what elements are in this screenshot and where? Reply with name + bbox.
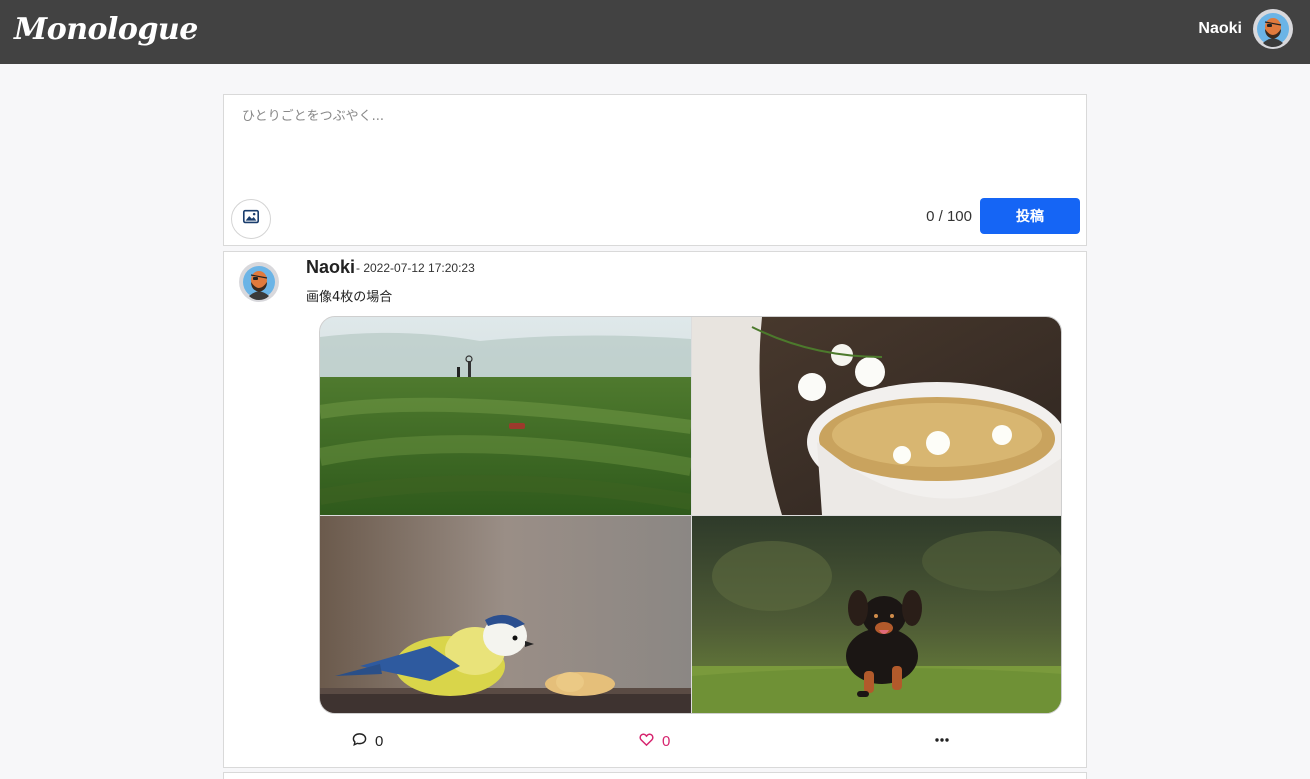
post-card: Naoki - 2022-07-12 17:20:23 画像4枚の場合 0 0 — [223, 251, 1087, 768]
image-icon — [242, 208, 260, 230]
post-image-gallery — [319, 316, 1062, 714]
post-text: 画像4枚の場合 — [306, 290, 393, 305]
attach-image-button[interactable] — [231, 199, 271, 239]
like-button[interactable]: 0 — [639, 732, 670, 751]
post-composer: 0 / 100 投稿 — [223, 94, 1087, 246]
comment-count: 0 — [375, 733, 384, 750]
char-counter: 0 / 100 — [926, 208, 972, 225]
post-input[interactable] — [232, 101, 1078, 191]
app-logo[interactable]: Monologue — [14, 8, 198, 52]
blue-tit-bird-photo[interactable] — [320, 516, 691, 713]
post-button[interactable]: 投稿 — [980, 198, 1080, 234]
like-count: 0 — [662, 733, 671, 750]
comment-button[interactable]: 0 — [352, 732, 383, 751]
more-icon — [934, 732, 950, 752]
header-user-name[interactable]: Naoki — [1198, 20, 1242, 38]
app-header: Monologue Naoki — [0, 0, 1310, 64]
user-avatar-icon[interactable] — [1253, 9, 1293, 49]
post-actions: 0 0 — [224, 732, 1086, 756]
author-avatar-icon[interactable] — [239, 262, 279, 302]
running-puppy-photo[interactable] — [692, 516, 1061, 713]
post-timestamp: - 2022-07-12 17:20:23 — [356, 261, 475, 275]
post-card — [223, 772, 1087, 779]
more-options-button[interactable] — [934, 732, 950, 752]
heart-icon — [639, 732, 654, 751]
green-hills-photo[interactable] — [320, 317, 691, 515]
post-author[interactable]: Naoki — [306, 257, 355, 278]
comment-icon — [352, 732, 367, 751]
jasmine-tea-photo[interactable] — [692, 317, 1061, 515]
